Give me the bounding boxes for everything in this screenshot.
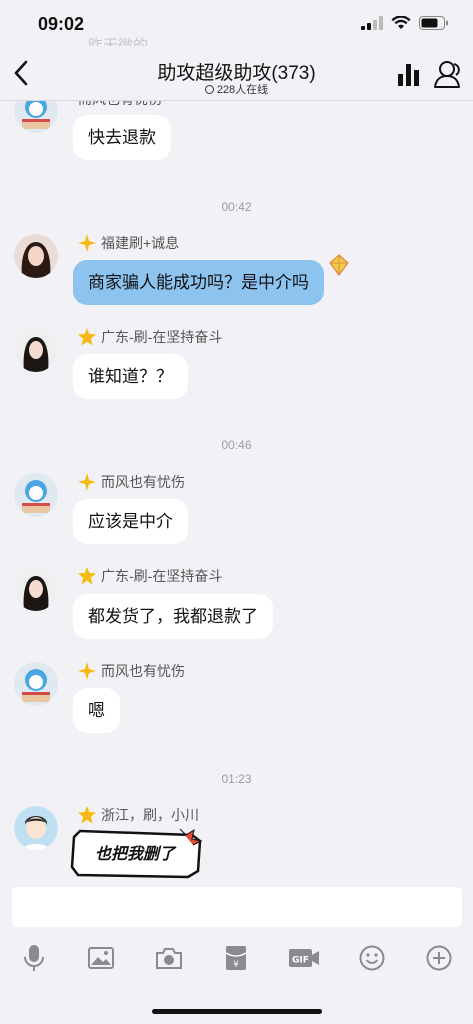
plus-icon (426, 945, 452, 971)
home-indicator (152, 1009, 322, 1014)
svg-text:¥: ¥ (234, 960, 240, 970)
wifi-icon (391, 16, 411, 29)
svg-text:GIF: GIF (292, 956, 309, 966)
rank-star-icon (78, 328, 96, 346)
status-time: 09:02 (38, 14, 85, 34)
voice-button[interactable] (17, 941, 51, 975)
chat-header: 助攻超级助攻(373) 228人在线 (0, 46, 473, 101)
group-members-button[interactable] (433, 60, 463, 93)
message-bubble[interactable]: 快去退款 (73, 115, 171, 160)
bar-chart-icon (398, 64, 419, 86)
online-icon (204, 85, 214, 94)
more-button[interactable] (422, 941, 456, 975)
sticker-message[interactable]: 也把我删了 (70, 827, 205, 881)
message-bubble[interactable]: 商家骗人能成功吗？是中介吗 (73, 260, 324, 305)
kite-icon (329, 254, 349, 276)
rank-star-icon (78, 234, 96, 252)
mic-icon (23, 945, 44, 971)
boy-avatar[interactable] (14, 806, 58, 850)
rank-star-icon (78, 806, 96, 824)
people-icon (434, 61, 460, 88)
status-bar: 09:02 昨天微的 (0, 0, 473, 54)
timestamp: 00:46 (221, 438, 252, 452)
sender-name: 广东-刷-在坚持奋斗 (101, 329, 223, 345)
girl-avatar[interactable] (14, 234, 58, 278)
message-input[interactable] (12, 887, 462, 927)
cellular-signal-icon (361, 16, 383, 30)
group-stats-button[interactable] (397, 64, 421, 91)
sender-name: 而风也有忧伤 (101, 663, 185, 679)
red-packet-icon: ¥ (226, 946, 247, 970)
emoji-button[interactable] (355, 941, 389, 975)
gif-icon: GIF (289, 949, 320, 967)
cake-avatar[interactable] (14, 662, 58, 706)
message-list[interactable]: 而风也有忧伤 快去退款 00:42 福建刷+诚息 商家骗人能成功吗？是中介吗 广… (0, 101, 473, 885)
sender-name: 福建刷+诚息 (101, 235, 180, 251)
rank-star-icon (78, 473, 96, 491)
sender-name: 广东-刷-在坚持奋斗 (101, 568, 223, 584)
message-bubble[interactable]: 应该是中介 (73, 499, 188, 544)
message-bubble[interactable]: 谁知道？？ (73, 354, 188, 399)
woman-avatar[interactable] (14, 328, 58, 372)
cake-avatar[interactable] (14, 473, 58, 517)
red-packet-button[interactable]: ¥ (219, 941, 253, 975)
woman-avatar[interactable] (14, 567, 58, 611)
gif-button[interactable]: GIF (287, 941, 321, 975)
camera-icon (155, 948, 182, 969)
battery-icon (419, 16, 448, 30)
sender-name: 浙江，刷，小川 (101, 807, 199, 823)
sender-name: 而风也有忧伤 (101, 474, 185, 490)
rank-star-icon (78, 567, 96, 585)
sticker-text: 也把我删了 (94, 846, 175, 863)
rank-star-icon (78, 662, 96, 680)
camera-button[interactable] (152, 941, 186, 975)
sender-name: 而风也有忧伤 (78, 101, 162, 109)
input-toolbar: ¥ GIF (0, 938, 473, 978)
timestamp: 01:23 (221, 772, 252, 786)
timestamp: 00:42 (221, 200, 252, 214)
image-icon (88, 947, 115, 969)
image-button[interactable] (84, 941, 118, 975)
cake-avatar[interactable] (14, 101, 58, 133)
emoji-icon (359, 945, 385, 971)
message-bubble[interactable]: 都发货了，我都退款了 (73, 594, 273, 639)
message-bubble[interactable]: 嗯 (73, 688, 120, 733)
